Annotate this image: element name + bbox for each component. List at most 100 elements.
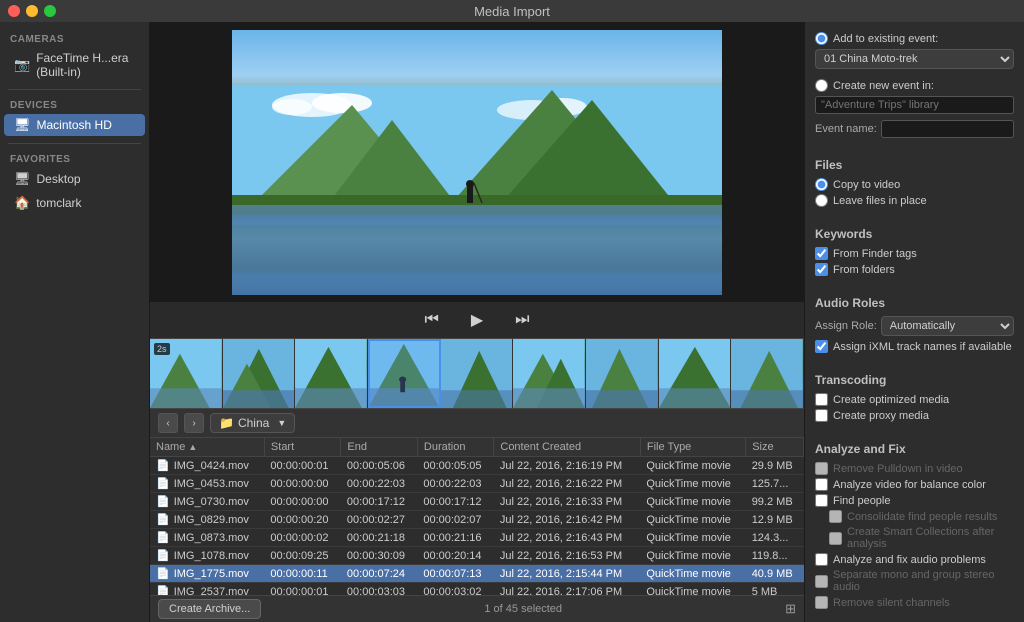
analyze-audio-text: Analyze and fix audio problems [833,554,986,566]
table-row[interactable]: 📄IMG_1775.mov 00:00:00:11 00:00:07:24 00… [150,565,804,583]
col-duration[interactable]: Duration [417,438,493,457]
table-row[interactable]: 📄IMG_0424.mov 00:00:00:01 00:00:05:06 00… [150,457,804,475]
filmstrip-frame[interactable] [586,339,659,408]
find-people-checkbox[interactable] [815,494,828,507]
video-controls: ⏮ ▶ ⏭ [150,302,804,338]
separate-mono-checkbox[interactable] [815,575,828,588]
file-icon: 📄 [156,532,170,544]
filmstrip-frame-selected[interactable] [368,339,441,408]
camera-icon: 📷 [14,57,30,73]
col-start[interactable]: Start [264,438,340,457]
sidebar-item-facetime[interactable]: 📷 FaceTime H...era (Built-in) [4,48,145,82]
file-start-cell: 00:00:00:00 [264,475,340,493]
sidebar-item-tomclark[interactable]: 🏠 tomclark [4,192,145,214]
filmstrip-frame[interactable] [223,339,296,408]
filmstrip-frame[interactable] [441,339,514,408]
sidebar-item-label: tomclark [36,196,81,210]
library-input[interactable] [815,96,1014,114]
sidebar-item-label: Desktop [37,172,81,186]
consolidate-label[interactable]: Consolidate find people results [815,510,1014,523]
from-folders-checkbox[interactable] [815,263,828,276]
table-row[interactable]: 📄IMG_1078.mov 00:00:09:25 00:00:30:09 00… [150,547,804,565]
add-existing-radio[interactable] [815,32,828,45]
file-icon: 📄 [156,514,170,526]
file-name-cell: 📄IMG_0730.mov [150,493,264,511]
add-existing-radio-label[interactable]: Add to existing event: [815,32,1014,45]
filmstrip-frame[interactable] [513,339,586,408]
col-type[interactable]: File Type [640,438,745,457]
filmstrip-frame[interactable] [731,339,804,408]
ixml-label[interactable]: Assign iXML track names if available [815,340,1014,353]
find-people-label[interactable]: Find people [815,494,1014,507]
col-end[interactable]: End [341,438,417,457]
analyze-balance-checkbox[interactable] [815,478,828,491]
optimized-label[interactable]: Create optimized media [815,393,1014,406]
create-new-radio-label[interactable]: Create new event in: [815,79,1014,92]
water-reflection [232,215,722,295]
leave-radio-label[interactable]: Leave files in place [815,194,1014,207]
table-row[interactable]: 📄IMG_0730.mov 00:00:00:00 00:00:17:12 00… [150,493,804,511]
file-created-cell: Jul 22, 2016, 2:15:44 PM [494,565,641,583]
table-row[interactable]: 📄IMG_0873.mov 00:00:00:02 00:00:21:18 00… [150,529,804,547]
leave-radio[interactable] [815,194,828,207]
from-folders-label[interactable]: From folders [815,263,1014,276]
file-start-cell: 00:00:00:02 [264,529,340,547]
optimized-checkbox[interactable] [815,393,828,406]
analyze-balance-label[interactable]: Analyze video for balance color [815,478,1014,491]
add-existing-label: Add to existing event: [833,33,938,45]
copy-label: Copy to video [833,179,900,191]
finder-tags-label[interactable]: From Finder tags [815,247,1014,260]
table-row[interactable]: 📄IMG_0829.mov 00:00:00:20 00:00:02:27 00… [150,511,804,529]
file-end-cell: 00:00:22:03 [341,475,417,493]
file-size-cell: 124.3... [746,529,804,547]
proxy-label[interactable]: Create proxy media [815,409,1014,422]
folder-breadcrumb: 📁 China ▼ [210,413,295,433]
file-end-cell: 00:00:02:27 [341,511,417,529]
file-icon: 📄 [156,478,170,490]
separate-mono-label[interactable]: Separate mono and group stereo audio [815,569,1014,593]
consolidate-text: Consolidate find people results [847,511,997,523]
play-button[interactable]: ▶ [465,308,489,332]
prev-frame-button[interactable]: ⏮ [418,309,444,331]
col-name[interactable]: Name ▲ [150,438,264,457]
filmstrip-frame[interactable] [295,339,368,408]
desktop-icon: 🖥 [14,171,31,187]
maximize-button[interactable] [44,5,56,17]
window-controls [8,5,56,17]
create-smart-checkbox[interactable] [829,532,842,545]
create-smart-label[interactable]: Create Smart Collections after analysis [815,526,1014,550]
divider-cameras [8,89,141,90]
filmstrip-frame[interactable] [659,339,732,408]
table-row[interactable]: 📄IMG_0453.mov 00:00:00:00 00:00:22:03 00… [150,475,804,493]
next-frame-button[interactable]: ⏭ [509,309,535,331]
col-created[interactable]: Content Created [494,438,641,457]
close-button[interactable] [8,5,20,17]
analyze-audio-checkbox[interactable] [815,553,828,566]
consolidate-checkbox[interactable] [829,510,842,523]
create-archive-button[interactable]: Create Archive... [158,599,261,619]
minimize-button[interactable] [26,5,38,17]
file-created-cell: Jul 22, 2016, 2:17:06 PM [494,583,641,596]
keywords-heading: Keywords [815,227,1014,241]
remove-silent-label[interactable]: Remove silent channels [815,596,1014,609]
remove-pulldown-label[interactable]: Remove Pulldown in video [815,462,1014,475]
finder-tags-checkbox[interactable] [815,247,828,260]
nav-forward-button[interactable]: › [184,413,204,433]
table-row[interactable]: 📄IMG_2537.mov 00:00:00:01 00:00:03:03 00… [150,583,804,596]
col-size[interactable]: Size [746,438,804,457]
ixml-checkbox[interactable] [815,340,828,353]
sidebar-item-macintosh-hd[interactable]: 🖥 Macintosh HD [4,114,145,136]
remove-silent-checkbox[interactable] [815,596,828,609]
create-new-radio[interactable] [815,79,828,92]
copy-radio-label[interactable]: Copy to video [815,178,1014,191]
assign-role-select[interactable]: Automatically [881,316,1014,336]
proxy-checkbox[interactable] [815,409,828,422]
existing-event-select[interactable]: 01 China Moto-trek [815,49,1014,69]
analyze-audio-label[interactable]: Analyze and fix audio problems [815,553,1014,566]
file-table: Name ▲ Start End Duration Content Create… [150,438,804,595]
nav-back-button[interactable]: ‹ [158,413,178,433]
remove-pulldown-checkbox[interactable] [815,462,828,475]
event-name-input[interactable] [881,120,1014,138]
sidebar-item-desktop[interactable]: 🖥 Desktop [4,168,145,190]
copy-radio[interactable] [815,178,828,191]
